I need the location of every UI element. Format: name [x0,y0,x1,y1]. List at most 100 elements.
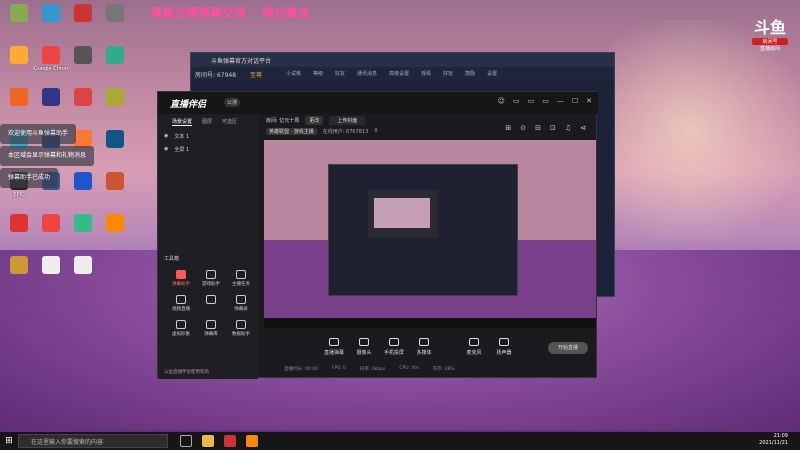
desktop-icon[interactable] [66,4,100,24]
bottom-tool-icon [389,338,399,346]
notification-2[interactable]: 本区域会显示弹幕和礼物消息 [0,146,95,166]
tool-icon [176,270,186,279]
bottom-tool[interactable]: 扬声器 [490,338,518,356]
start-live-button[interactable]: 开始直播 [548,342,588,354]
notification-3[interactable]: 弹幕助手已成功 [0,168,59,188]
desktop-icon[interactable] [66,46,100,66]
desktop-icon[interactable] [2,256,36,276]
desktop-icon[interactable] [66,214,100,234]
back-tab[interactable]: 等级 [313,70,323,77]
desktop-icon[interactable] [98,214,132,234]
tool-item[interactable] [196,295,226,312]
desktop-icon[interactable] [66,88,100,108]
window-control-icon[interactable]: ✕ [586,97,592,105]
sidebar-tab[interactable]: 场景设置 [172,118,193,126]
desktop-app-icon [106,4,124,22]
toolbar-icon[interactable]: ♫ [565,124,571,132]
tool-item[interactable]: 弹幕屏 [226,295,256,312]
back-tab[interactable]: 观看 [421,70,431,77]
desktop-icon[interactable] [2,214,36,234]
bottom-tool[interactable]: 麦克风 [460,338,488,356]
help-notice[interactable]: 斗鱼直播伴侣使用帮助 [164,369,209,375]
sidebar-tab[interactable]: 图层 [202,118,212,126]
category-tag[interactable]: 英雄联盟 · 游戏主播 [266,128,317,135]
tool-item[interactable]: 弹幕库 [196,320,226,337]
tool-item[interactable]: 虚拟形象 [166,320,196,337]
toolbar-icon[interactable]: ⊟ [535,124,541,132]
taskbar-search-input[interactable]: 在这里输入你要搜索的内容 [18,434,168,448]
desktop-icon[interactable] [2,4,36,24]
tool-item[interactable]: 数据助手 [226,320,256,337]
desktop-icon[interactable] [98,88,132,108]
bottom-tool[interactable]: 摄像头 [350,338,378,356]
window-control-icon[interactable]: ☺ [498,97,505,105]
desktop-icon[interactable]: Google Chrome [34,46,68,72]
desktop-icon[interactable] [34,4,68,24]
window-control-icon[interactable]: ▭ [542,97,549,105]
scene-item[interactable]: ◉ 文本 1 [158,130,258,143]
sidebar-tab[interactable]: 可选区 [222,118,237,126]
toolbar-icon[interactable]: ⊙ [520,124,526,132]
back-tab[interactable]: 设置 [487,70,497,77]
scene-item[interactable]: ◉ 全屏 1 [158,143,258,156]
bottom-tool[interactable]: 手机投屏 [380,338,408,356]
task-view-icon[interactable] [180,435,192,447]
back-tab[interactable]: 好玩 [443,70,453,77]
desktop-app-icon [74,172,92,190]
preview-taskbar [264,318,596,328]
desktop-app-icon [10,256,28,274]
window-control-icon[interactable]: ▭ [528,97,535,105]
stream-overlay-text-right: 峡谷黄金 [262,6,311,20]
app-logo: 直播伴侣 [170,100,207,110]
version-badge[interactable]: 公测 [224,98,241,107]
desktop-icon[interactable] [66,256,100,276]
back-tab[interactable]: 高级设置 [389,70,409,77]
bottom-tool[interactable]: 多媒体 [410,338,438,356]
desktop-icon[interactable] [34,214,68,234]
tool-item[interactable]: 主播任务 [226,270,256,287]
tool-item[interactable]: 视频直播 [166,295,196,312]
back-tab[interactable]: 通讯消息 [357,70,377,77]
livestream-companion-window[interactable]: 直播伴侣 公测 ☺ ▭ ▭ ▭ — ☐ ✕ 场景设置 图层 可选区 ◉ 文本 1 ◉ 全屏 1 工具箱… [157,91,598,379]
change-room-button[interactable]: 更改 [305,116,324,125]
desktop-icon[interactable] [98,46,132,66]
back-tab[interactable]: 好友 [335,70,345,77]
toolbar-icon[interactable]: ⊞ [505,124,511,132]
desktop-icon[interactable] [34,88,68,108]
bottom-tool-icon [499,338,509,346]
scene-list: ◉ 文本 1 ◉ 全屏 1 [158,130,258,156]
notification-1[interactable]: 欢迎使用斗鱼弹幕助手 [0,124,77,144]
bottom-tool[interactable]: 直播弹幕 [320,338,348,356]
desktop-icon[interactable] [98,130,132,150]
desktop-icon[interactable] [34,256,68,276]
eye-icon[interactable]: ◉ [164,146,168,153]
eye-icon[interactable]: ◉ [164,133,168,140]
back-tab[interactable]: 小试炼 [286,70,301,77]
upload-cover-button[interactable]: 上传封面 [329,116,366,125]
desktop-icon[interactable] [66,172,100,192]
tool-icon [236,320,246,329]
desktop-icon[interactable] [98,172,132,192]
file-explorer-icon[interactable] [202,435,214,447]
desktop-app-icon [10,214,28,232]
douyu-logo: 斗鱼 房间号 直播房间 [752,14,788,52]
window-control-icon[interactable]: ☐ [572,97,578,105]
windows-start-icon[interactable]: ⊞ [0,432,18,450]
desktop-icon[interactable] [98,4,132,24]
back-tab[interactable]: 鼓励 [465,70,475,77]
window-control-icon[interactable]: ▭ [513,97,520,105]
system-tray-clock[interactable]: 21:09 2021/11/21 [759,433,788,447]
stream-preview[interactable] [264,140,596,328]
tool-item[interactable]: 游戏助手 [196,270,226,287]
toolbar-icon[interactable]: ⊲ [580,124,586,132]
desktop-icon[interactable] [2,46,36,66]
toolbar-icon[interactable]: ⊡ [550,124,556,132]
desktop-icon[interactable] [2,88,36,108]
bottom-tool-label: 扬声器 [496,350,512,356]
tool-label: 视频直播 [172,307,190,312]
douyu-app-icon[interactable] [246,435,258,447]
app-icon[interactable] [224,435,236,447]
title-bar: 直播伴侣 公测 ☺ ▭ ▭ ▭ — ☐ ✕ [158,92,598,114]
tool-item[interactable]: 弹幕助手 [166,270,196,287]
window-control-icon[interactable]: — [557,97,564,105]
